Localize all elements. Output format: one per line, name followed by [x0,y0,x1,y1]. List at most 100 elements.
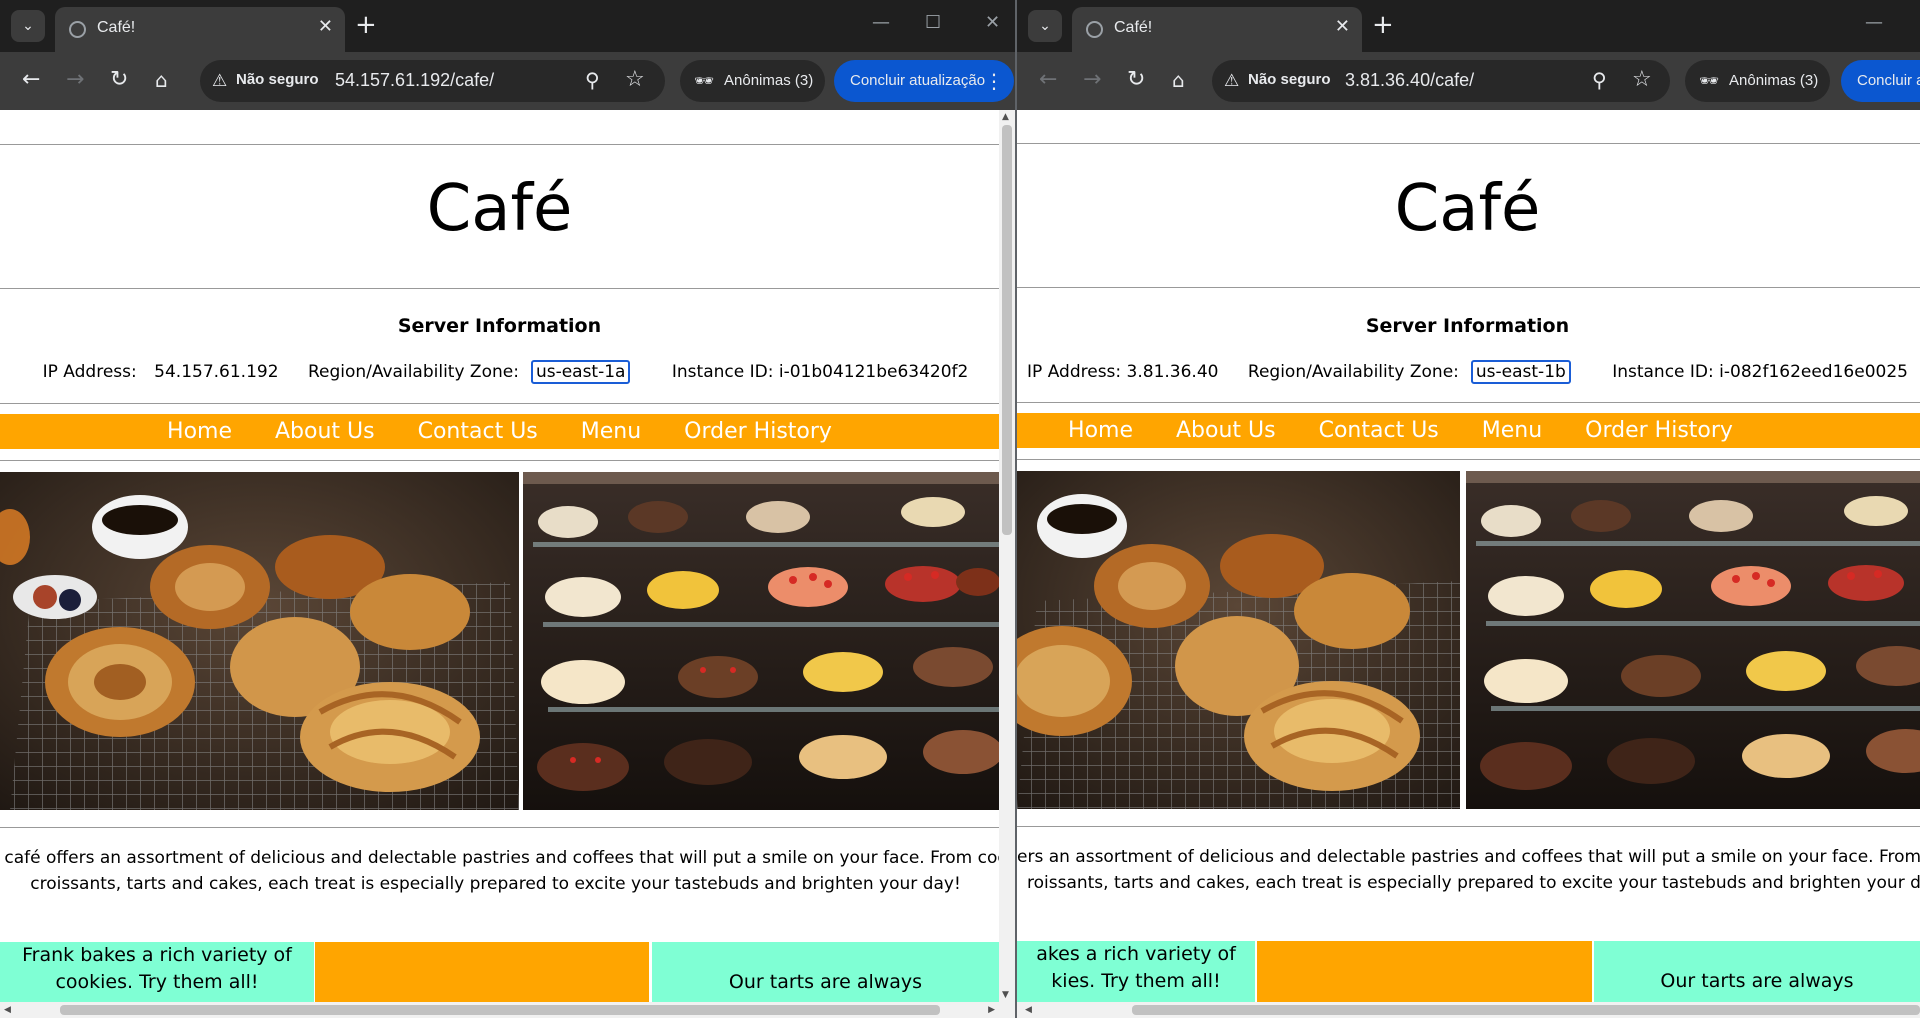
description-line: roissants, tarts and cakes, each treat i… [1027,873,1920,893]
scroll-thumb[interactable] [60,1005,940,1015]
ip-label: IP Address: [1027,362,1122,382]
nav-about-us[interactable]: About Us [1176,418,1276,443]
nav-order-history[interactable]: Order History [1585,418,1733,443]
zoom-icon[interactable]: ⚲ [585,68,600,92]
divider [0,460,999,461]
page-viewport: Café Server Information IP Address: 3.81… [1017,110,1920,1018]
browser-window-right: ⌄ Café! ✕ + — ← → ↻ ⌂ ⚠ Não seguro 3.81.… [1017,0,1920,1018]
vertical-scrollbar[interactable]: ▲ ▼ [999,110,1015,1018]
close-icon[interactable]: ✕ [1335,16,1350,37]
forward-arrow-icon[interactable]: → [1083,66,1101,94]
browser-chrome: ⌄ Café! ✕ + — ☐ ✕ ← → ↻ ⌂ ⚠ Não seguro 5… [0,0,1015,110]
card-text: Our tarts are always [728,971,923,993]
maximize-icon[interactable]: ☐ [925,12,941,33]
card-text: akes a rich variety of [1036,943,1236,965]
ip-value: 54.157.61.192 [154,362,279,382]
incognito-chip[interactable]: 🕶 Anônimas (3) [680,60,825,102]
divider [1017,143,1920,144]
url-text[interactable]: 3.81.36.40/cafe/ [1345,70,1474,91]
nav-order-history[interactable]: Order History [684,419,832,444]
close-icon[interactable]: ✕ [318,16,333,37]
card-text: cookies. Try them all! [55,971,259,993]
omnibox[interactable]: ⚠ Não seguro 54.157.61.192/cafe/ ⚲ ☆ [200,60,665,102]
description-line: r café offers an assortment of delicious… [0,848,1015,868]
toolbar: ← → ↻ ⌂ ⚠ Não seguro 3.81.36.40/cafe/ ⚲ … [1017,52,1920,110]
nav-bar: Home About Us Contact Us Menu Order Hist… [1017,413,1920,448]
url-text[interactable]: 54.157.61.192/cafe/ [335,70,494,91]
reload-icon[interactable]: ↻ [1127,66,1145,94]
plus-icon[interactable]: + [1372,10,1394,40]
zoom-icon[interactable]: ⚲ [1592,68,1607,92]
incognito-icon: 🕶 [1699,71,1720,90]
plus-icon[interactable]: + [355,10,377,40]
instance-label: Instance ID: [1612,362,1714,382]
tab-search-icon[interactable]: ⌄ [1028,10,1062,42]
nav-home[interactable]: Home [1068,418,1133,443]
tab-title: Café! [1114,19,1153,36]
ip-value: 3.81.36.40 [1126,362,1219,382]
divider [0,288,999,289]
server-info-line: IP Address: 3.81.36.40 Region/Availabili… [1017,360,1920,384]
tab-strip: ⌄ Café! ✕ + — [1017,0,1920,52]
nav-home[interactable]: Home [167,419,232,444]
server-info-line: IP Address: 54.157.61.192 Region/Availab… [0,360,999,384]
incognito-label: Anônimas (3) [724,72,814,89]
reload-icon[interactable]: ↻ [110,66,128,94]
horizontal-scrollbar[interactable]: ◀ ▶ [0,1002,999,1018]
security-chip[interactable]: Não seguro [1248,71,1331,88]
back-arrow-icon[interactable]: ← [22,66,40,94]
tab-cafe[interactable]: Café! ✕ [55,7,345,52]
minimize-icon[interactable]: — [872,12,890,33]
forward-arrow-icon[interactable]: → [66,66,84,94]
tab-cafe[interactable]: Café! ✕ [1072,7,1362,52]
divider [0,403,999,404]
tab-search-icon[interactable]: ⌄ [11,10,45,42]
more-vert-icon[interactable]: ⋮ [984,69,1004,93]
incognito-label: Anônimas (3) [1729,72,1819,89]
warning-icon: ⚠ [1224,71,1240,91]
nav-menu[interactable]: Menu [1482,418,1542,443]
instance-id-value: i-01b04121be63420f2 [778,362,969,382]
security-chip[interactable]: Não seguro [236,71,319,88]
description-line: ers an assortment of delicious and delec… [1017,847,1920,867]
nav-menu[interactable]: Menu [581,419,641,444]
page-viewport: Café Server Information IP Address: 54.1… [0,110,1015,1018]
incognito-chip[interactable]: 🕶 Anônimas (3) [1685,60,1830,102]
scroll-thumb[interactable] [1132,1005,1920,1015]
divider [1017,287,1920,288]
update-button[interactable]: Concluir atualização ⋮ [834,60,1014,102]
nav-contact-us[interactable]: Contact Us [418,419,538,444]
browser-window-left: ⌄ Café! ✕ + — ☐ ✕ ← → ↻ ⌂ ⚠ Não seguro 5… [0,0,1015,1018]
nav-contact-us[interactable]: Contact Us [1319,418,1439,443]
az-label: Region/Availability Zone: [307,362,519,382]
pastries-photo [1017,471,1460,809]
divider [1017,402,1920,403]
divider [0,827,999,828]
scroll-thumb[interactable] [1002,125,1012,535]
globe-favicon-icon [1086,21,1103,38]
star-icon[interactable]: ☆ [625,67,645,92]
description-line: croissants, tarts and cakes, each treat … [30,874,961,894]
server-info-heading: Server Information [397,315,602,337]
description: ers an assortment of delicious and delec… [1017,844,1920,896]
cakes-display-photo [1466,471,1920,809]
star-icon[interactable]: ☆ [1632,67,1652,92]
instance-id-value: i-082f162eed16e0025 [1719,362,1908,382]
back-arrow-icon[interactable]: ← [1039,66,1057,94]
page-title: Café [1394,172,1541,246]
horizontal-scrollbar[interactable]: ◀ [1017,1002,1920,1018]
home-icon[interactable]: ⌂ [155,66,168,94]
minimize-icon[interactable]: — [1865,12,1883,33]
omnibox[interactable]: ⚠ Não seguro 3.81.36.40/cafe/ ⚲ ☆ [1212,60,1670,102]
home-icon[interactable]: ⌂ [1172,66,1185,94]
window-close-icon[interactable]: ✕ [985,12,1000,33]
nav-about-us[interactable]: About Us [275,419,375,444]
update-label: Concluir atualização [1857,72,1920,89]
card-text: kies. Try them all! [1051,970,1221,992]
card-text: Our tarts are always [1660,970,1854,992]
server-info-heading: Server Information [1365,315,1570,337]
update-button[interactable]: Concluir atualização [1841,60,1920,102]
az-value: us-east-1b [1470,360,1571,384]
az-value: us-east-1a [530,360,631,384]
toolbar: ← → ↻ ⌂ ⚠ Não seguro 54.157.61.192/cafe/… [0,52,1015,110]
